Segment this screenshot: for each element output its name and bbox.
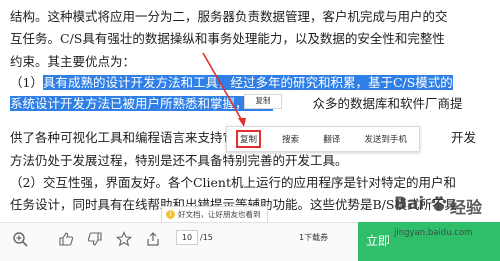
- text-line-3: 约束。其主要优点为：: [10, 54, 136, 69]
- text-line-4[interactable]: （1）具有成熟的设计开发方法和工具，经过多年的研究和积累，基于C/S模式的: [10, 72, 453, 91]
- menu-copy[interactable]: 复制: [236, 130, 262, 148]
- text-line-2: 互任务。C/S具有强壮的数据操纵和事务处理能力，以及数据的安全性和完整性: [10, 31, 445, 46]
- page-number-input[interactable]: 10: [176, 230, 198, 245]
- zoom-in-icon[interactable]: [12, 231, 28, 247]
- info-icon: i: [166, 210, 175, 219]
- thumbs-down-icon[interactable]: [87, 231, 103, 247]
- text-line-8: （2）交互性强，界面友好。各个Client机上运行的应用程序是针对特定的用户和: [10, 175, 456, 190]
- download-button[interactable]: 立即: [358, 222, 500, 261]
- menu-translate[interactable]: 翻译: [320, 131, 343, 147]
- text-line-7: 方法仍处于发展过程，特别是还不具备特别完善的开发工具。: [10, 153, 348, 168]
- page-total: /15: [200, 233, 213, 242]
- selection-context-menu: 复制 搜索 翻译 发送到手机: [226, 126, 420, 152]
- share-toast[interactable]: i 好文档，让好朋友也看到: [161, 206, 268, 223]
- download-vouchers: 1下载券: [299, 233, 329, 242]
- text-line-1: 结构。这种模式将应用一分为二，服务器负责数据管理，客户机完成与用户的交: [10, 9, 448, 24]
- selected-text[interactable]: 具有成熟的设计开发方法和工具，经过多年的研究和积累，基于C/S模式的: [42, 75, 453, 90]
- menu-send-to-phone[interactable]: 发送到手机: [361, 131, 410, 147]
- selected-text[interactable]: 系统设计开发方法已被用户所熟悉和掌握，开发: [10, 96, 273, 111]
- menu-search[interactable]: 搜索: [279, 131, 302, 147]
- text-line-5[interactable]: 系统设计开发方法已被用户所熟悉和掌握，开发 众多的数据库和软件厂商提: [10, 93, 463, 112]
- copy-tooltip: 复制: [244, 94, 282, 109]
- star-icon[interactable]: [116, 231, 132, 247]
- thumbs-up-icon[interactable]: [58, 231, 74, 247]
- document-page: 结构。这种模式将应用一分为二，服务器负责数据管理，客户机完成与用户的交 互任务。…: [0, 0, 500, 222]
- share-icon[interactable]: [145, 231, 161, 247]
